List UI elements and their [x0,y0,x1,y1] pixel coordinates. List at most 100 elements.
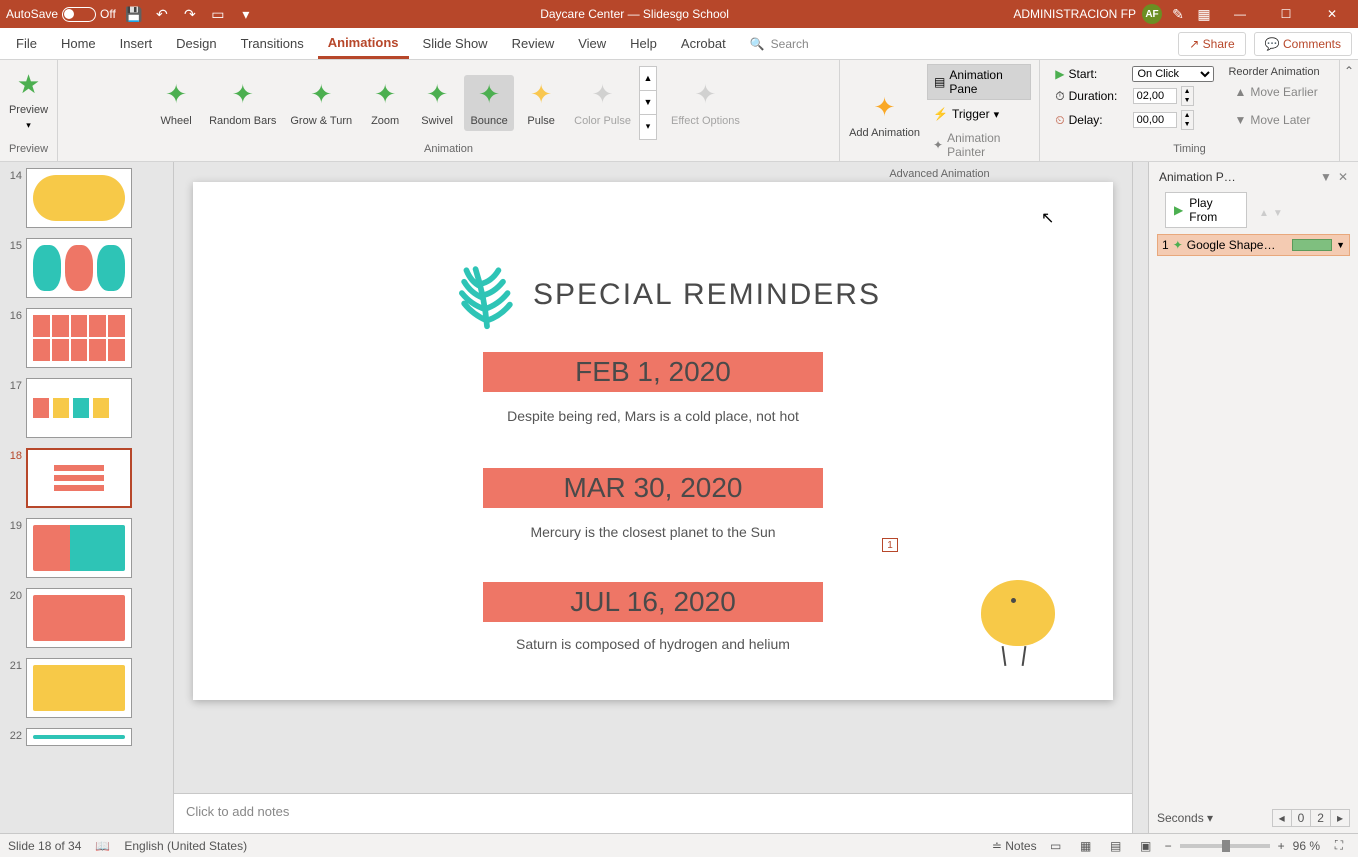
slide-counter[interactable]: Slide 18 of 34 [8,839,81,853]
view-reading-icon[interactable]: ▤ [1105,837,1127,855]
zoom-out[interactable]: − [1165,839,1172,853]
reorder-up-icon: ▲ [1259,208,1269,219]
start-select[interactable]: On Click [1132,66,1214,82]
animation-painter: ✦Animation Painter [927,128,1031,162]
entrance-icon: ✦ [1173,238,1183,252]
share-button[interactable]: ↗ Share [1178,32,1245,56]
delay-spinner[interactable]: ▲▼ [1181,110,1194,130]
slide-thumbnails[interactable]: 14 15 16 17 18★ 19 20 21 22 [0,162,174,833]
down-icon: ▼ [1234,113,1246,127]
pane-icon: ▤ [934,75,945,89]
apane-close-icon[interactable]: ✕ [1338,170,1348,184]
fit-to-window-icon[interactable]: ⛶ [1328,837,1350,855]
collapse-ribbon[interactable]: ⌃ [1340,60,1358,161]
pager-next[interactable]: ▸ [1331,810,1349,826]
autosave-label: AutoSave [6,7,58,21]
trigger-button[interactable]: ⚡Trigger ▾ [927,104,1031,124]
minimize-button[interactable]: — [1220,0,1260,28]
tab-review[interactable]: Review [502,30,565,57]
anim-swivel[interactable]: ✦Swivel [412,75,462,131]
maximize-button[interactable]: ☐ [1266,0,1306,28]
duration-input[interactable] [1133,88,1177,104]
preview-button[interactable]: ★ Preview ▾ [3,64,54,135]
slide-canvas[interactable]: SPECIAL REMINDERS FEB 1, 2020 Despite be… [174,162,1132,793]
add-animation[interactable]: ✦Add Animation [848,87,921,143]
undo-icon[interactable]: ↶ [152,4,172,24]
apane-menu-icon[interactable]: ▼ [1320,170,1332,184]
item-dropdown-icon[interactable]: ▼ [1336,240,1345,250]
zoom-value[interactable]: 96 % [1293,839,1320,853]
date-2: MAR 30, 2020 [483,472,823,504]
anim-grow-turn[interactable]: ✦Grow & Turn [284,75,358,131]
thumb-16[interactable] [26,308,132,368]
zoom-in[interactable]: + [1278,839,1285,853]
tab-design[interactable]: Design [166,30,226,57]
thumb-18[interactable]: ★ [26,448,132,508]
slide-title: SPECIAL REMINDERS [533,278,881,312]
animation-list-item[interactable]: 1 ✦ Google Shape… ▼ [1157,234,1350,256]
tab-transitions[interactable]: Transitions [231,30,314,57]
thumb-15[interactable] [26,238,132,298]
tab-file[interactable]: File [6,30,47,57]
duration-spinner[interactable]: ▲▼ [1181,86,1194,106]
close-button[interactable]: ✕ [1312,0,1352,28]
tab-help[interactable]: Help [620,30,667,57]
spellcheck-icon[interactable]: 📖 [95,839,110,853]
language[interactable]: English (United States) [124,839,247,853]
pager-prev[interactable]: ◂ [1273,810,1292,826]
anim-random-bars[interactable]: ✦Random Bars [203,75,282,131]
apane-title: Animation P… [1159,170,1236,184]
slide[interactable]: SPECIAL REMINDERS FEB 1, 2020 Despite be… [193,182,1113,700]
view-sorter-icon[interactable]: ▦ [1075,837,1097,855]
search-box[interactable]: 🔍Search [740,31,819,57]
timeline-bar[interactable] [1292,239,1332,251]
qat-more-icon[interactable]: ▾ [236,4,256,24]
tab-view[interactable]: View [568,30,616,57]
comments-button[interactable]: 💬 Comments [1254,32,1352,56]
notes-toggle[interactable]: ≐ Notes [992,839,1037,853]
delay-input[interactable] [1133,112,1177,128]
tab-home[interactable]: Home [51,30,106,57]
notes-pane[interactable]: Click to add notes [174,793,1132,833]
play-from-button[interactable]: ▶Play From [1165,192,1247,228]
tab-animations[interactable]: Animations [318,29,409,59]
desc-1: Despite being red, Mars is a cold place,… [403,408,903,424]
reorder-label: Reorder Animation [1228,66,1323,78]
thumb-19[interactable] [26,518,132,578]
thumb-20[interactable] [26,588,132,648]
chick-shape[interactable] [973,570,1063,670]
thumb-22[interactable] [26,728,132,746]
present-icon[interactable]: ▭ [208,4,228,24]
reorder-down-icon: ▼ [1273,208,1283,219]
anim-color-pulse: ✦Color Pulse [568,75,637,131]
tab-insert[interactable]: Insert [110,30,163,57]
view-normal-icon[interactable]: ▭ [1045,837,1067,855]
tab-slideshow[interactable]: Slide Show [413,30,498,57]
autosave-toggle[interactable] [62,7,96,22]
save-icon[interactable]: 💾 [124,4,144,24]
pencil-icon[interactable]: ✎ [1168,4,1188,24]
zoom-slider[interactable] [1180,844,1270,848]
anim-zoom[interactable]: ✦Zoom [360,75,410,131]
animation-tag[interactable]: 1 [882,538,898,552]
anim-wheel[interactable]: ✦Wheel [151,75,201,131]
tab-acrobat[interactable]: Acrobat [671,30,736,57]
avatar[interactable]: AF [1142,4,1162,24]
canvas-scrollbar[interactable] [1132,162,1148,833]
view-slideshow-icon[interactable]: ▣ [1135,837,1157,855]
thumb-17[interactable] [26,378,132,438]
timeline-pager[interactable]: ◂ 0 2 ▸ [1272,809,1350,827]
animation-pane-button[interactable]: ▤Animation Pane [927,64,1031,100]
thumb-14[interactable] [26,168,132,228]
anim-bounce[interactable]: ✦Bounce [464,75,514,131]
ribbon-options-icon[interactable]: ▦ [1194,4,1214,24]
animation-gallery-scroll[interactable]: ▲▼▾ [639,66,657,140]
seconds-label[interactable]: Seconds ▾ [1157,811,1213,825]
thumb-21[interactable] [26,658,132,718]
redo-icon[interactable]: ↷ [180,4,200,24]
group-timing: Timing [1048,141,1331,157]
move-earlier: ▲Move Earlier [1228,82,1323,102]
effect-options: ✦Effect Options [665,75,746,131]
anim-pulse[interactable]: ✦Pulse [516,75,566,131]
search-icon: 🔍 [750,37,765,51]
